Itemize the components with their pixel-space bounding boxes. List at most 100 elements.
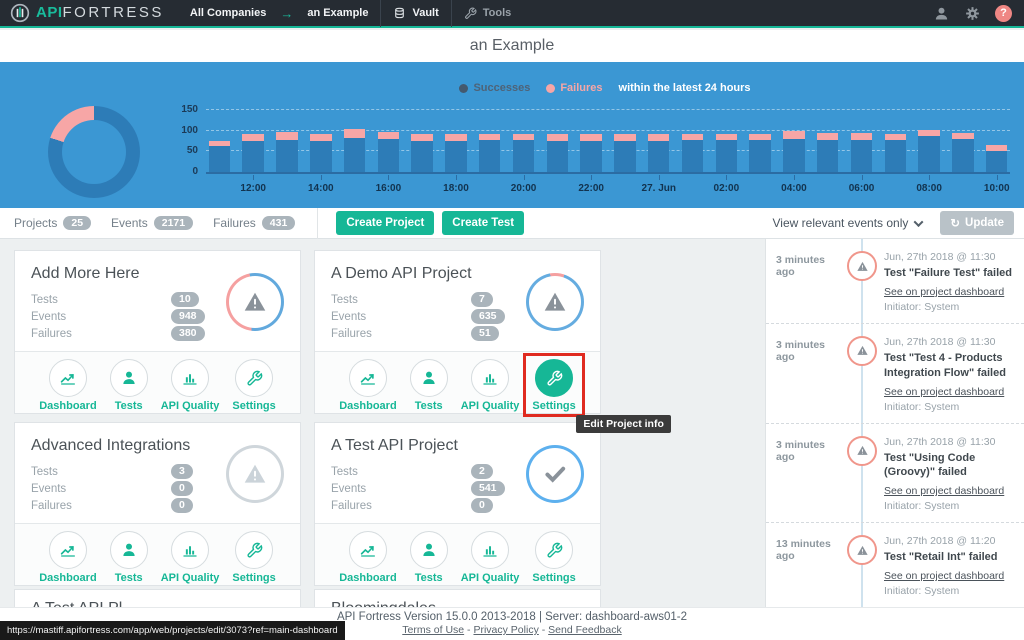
x-tick-label: 04:00 [781,183,807,194]
stat-failures: Failures431 [213,216,295,231]
projects-count-badge: 25 [63,216,91,231]
feed-dashboard-link[interactable]: See on project dashboard [884,286,1004,298]
feed-initiator: Initiator: System [884,585,1012,597]
status-url-bar: https://mastiff.apifortress.com/app/web/… [0,621,345,640]
update-button[interactable]: ↻ Update [940,211,1014,235]
tests-button[interactable]: Tests [410,359,448,412]
y-axis: 050100150 [176,110,202,172]
legend-failures: Failures [560,82,602,94]
settings-button[interactable]: Settings [232,359,275,412]
dashboard-button[interactable]: Dashboard [39,359,96,412]
nav-tools[interactable]: Tools [452,0,524,26]
failures-count-badge: 431 [262,216,296,231]
main-content: Add More Here Tests10 Events948 Failures… [0,239,1024,640]
stats-toolbar: Projects25 Events2171 Failures431 Create… [0,208,1024,239]
bar-chart-icon [481,541,499,559]
bar-slot [476,110,503,172]
brand-fortress: FORTRESS [63,4,164,21]
feed-initiator: Initiator: System [884,401,1012,413]
events-filter-dropdown[interactable]: View relevant events only [773,216,923,230]
bar-slot [882,110,909,172]
dashboard-button[interactable]: Dashboard [39,531,96,584]
bar-slot: 02:00 [713,110,740,172]
x-tick-label: 12:00 [240,183,266,194]
bar-slot: 10:00 [983,110,1010,172]
tests-button[interactable]: Tests [410,531,448,584]
feed-time-ago: 3 minutes ago [776,436,840,513]
bar-slot [612,110,639,172]
bar-slot: 04:00 [781,110,808,172]
tests-button[interactable]: Tests [110,531,148,584]
events-badge: 541 [471,481,505,496]
wrench-icon [246,542,263,559]
bar-slot [341,110,368,172]
tests-button[interactable]: Tests [110,359,148,412]
project-card: A Demo API Project Tests7 Events635 Fail… [314,250,601,414]
nav-right: ? [933,5,1024,22]
feed-warning-icon [847,535,877,565]
legend-suffix: within the latest 24 hours [619,82,751,94]
feed-title: Test "Using Code (Groovy)" failed [884,451,1012,481]
feed-warning-icon [847,251,877,281]
stat-label: Events [331,311,471,323]
project-card: Advanced Integrations Tests3 Events0 Fai… [14,422,301,586]
feed-time-ago: 3 minutes ago [776,251,840,313]
warning-triangle-icon [542,289,568,315]
y-tick-label: 100 [181,125,198,136]
privacy-link[interactable]: Privacy Policy [473,624,538,636]
settings-button-highlighted[interactable]: Settings Edit Project info [532,359,575,412]
stat-label: Events [331,483,471,495]
y-tick-label: 0 [192,166,198,177]
api-quality-button[interactable]: API Quality [161,531,220,584]
dashboard-button[interactable]: Dashboard [339,359,396,412]
feed-dashboard-link[interactable]: See on project dashboard [884,386,1004,398]
feedback-link[interactable]: Send Feedback [548,624,622,636]
create-project-button[interactable]: Create Project [336,211,434,235]
bar-chart-icon [181,541,199,559]
bar-slot: 08:00 [916,110,943,172]
nav-vault-label: Vault [412,7,438,19]
page-title: an Example [0,30,1024,62]
project-status-ring [226,273,284,331]
help-icon[interactable]: ? [995,5,1012,22]
wrench-icon [546,542,563,559]
failures-dot-icon [546,84,555,93]
stat-events: Events2171 [111,216,193,231]
nav-current-company[interactable]: an Example [295,0,380,26]
api-quality-button[interactable]: API Quality [161,359,220,412]
feed-title: Test "Test 4 - Products Integration Flow… [884,351,1012,381]
failures-badge: 380 [171,326,205,341]
gear-icon[interactable] [964,5,981,22]
events-badge: 948 [171,309,205,324]
user-icon [120,541,138,559]
feed-item: 3 minutes ago Jun, 27th 2018 @ 11:30 Tes… [766,324,1024,424]
dashboard-button[interactable]: Dashboard [339,531,396,584]
bar-slot [274,110,301,172]
nav-all-companies[interactable]: All Companies [178,0,278,26]
settings-button[interactable]: Settings [532,531,575,584]
summary-banner: Successes Failures within the latest 24 … [0,62,1024,208]
user-account-icon[interactable] [933,5,950,22]
api-quality-button[interactable]: API Quality [461,359,520,412]
bar-slot: 12:00 [240,110,267,172]
api-quality-button[interactable]: API Quality [461,531,520,584]
feed-dashboard-link[interactable]: See on project dashboard [884,485,1004,497]
feed-warning-icon [847,436,877,466]
project-status-ring [526,273,584,331]
warning-triangle-icon [242,461,268,487]
project-card: A Test API Project Tests2 Events541 Fail… [314,422,601,586]
create-test-button[interactable]: Create Test [442,211,524,235]
events-count-badge: 2171 [154,216,193,231]
terms-link[interactable]: Terms of Use [402,624,464,636]
feed-date: Jun, 27th 2018 @ 11:30 [884,436,1012,448]
success-failure-donut [48,106,140,198]
brand[interactable]: APIFORTRESS [0,3,178,23]
bar-chart-icon [481,369,499,387]
feed-dashboard-link[interactable]: See on project dashboard [884,570,1004,582]
nav-menu: All Companies → an Example Vault Tools [178,0,523,26]
apifortress-logo-icon [10,3,30,23]
x-tick-label: 14:00 [308,183,334,194]
failures-badge: 0 [471,498,493,513]
nav-vault[interactable]: Vault [381,0,450,26]
settings-button[interactable]: Settings [232,531,275,584]
